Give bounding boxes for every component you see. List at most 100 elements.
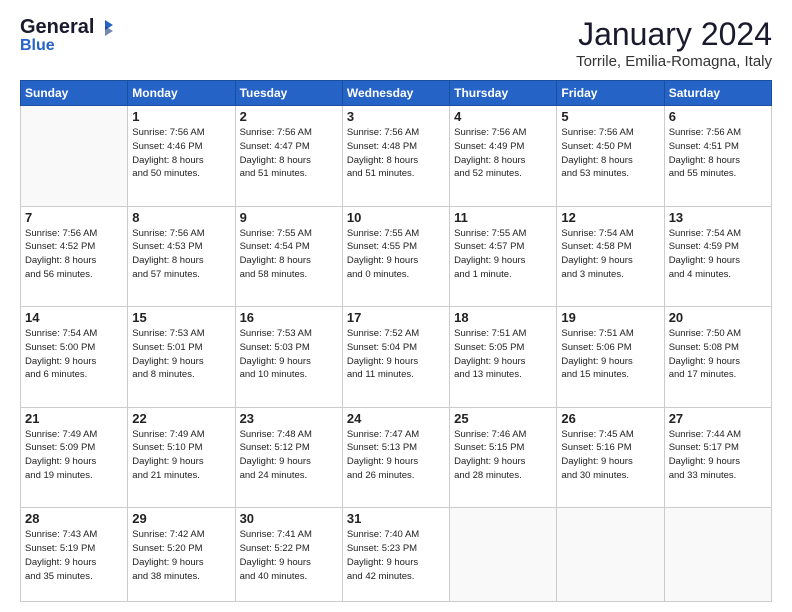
day-info: Sunrise: 7:56 AMSunset: 4:47 PMDaylight:… — [240, 126, 338, 181]
day-info: Sunrise: 7:56 AMSunset: 4:48 PMDaylight:… — [347, 126, 445, 181]
day-info: Sunrise: 7:56 AMSunset: 4:49 PMDaylight:… — [454, 126, 552, 181]
calendar-cell: 30 Sunrise: 7:41 AMSunset: 5:22 PMDayligh… — [235, 508, 342, 602]
calendar-cell: 8 Sunrise: 7:56 AMSunset: 4:53 PMDaylight… — [128, 206, 235, 307]
calendar-cell: 21 Sunrise: 7:49 AMSunset: 5:09 PMDayligh… — [21, 407, 128, 508]
day-number: 4 — [454, 109, 552, 124]
day-info: Sunrise: 7:56 AMSunset: 4:52 PMDaylight:… — [25, 227, 123, 282]
calendar-cell: 7 Sunrise: 7:56 AMSunset: 4:52 PMDaylight… — [21, 206, 128, 307]
calendar-cell: 20 Sunrise: 7:50 AMSunset: 5:08 PMDayligh… — [664, 307, 771, 408]
col-wednesday: Wednesday — [342, 81, 449, 106]
day-number: 22 — [132, 411, 230, 426]
header: General Blue January 2024 Torrile, Emili… — [20, 16, 772, 70]
day-number: 13 — [669, 210, 767, 225]
day-info: Sunrise: 7:54 AMSunset: 5:00 PMDaylight:… — [25, 327, 123, 382]
day-number: 6 — [669, 109, 767, 124]
day-info: Sunrise: 7:51 AMSunset: 5:05 PMDaylight:… — [454, 327, 552, 382]
day-info: Sunrise: 7:55 AMSunset: 4:57 PMDaylight:… — [454, 227, 552, 282]
day-number: 5 — [561, 109, 659, 124]
location-title: Torrile, Emilia-Romagna, Italy — [576, 53, 772, 70]
logo-blue-text: Blue — [20, 37, 55, 54]
col-thursday: Thursday — [450, 81, 557, 106]
col-sunday: Sunday — [21, 81, 128, 106]
week-row-4: 21 Sunrise: 7:49 AMSunset: 5:09 PMDayligh… — [21, 407, 772, 508]
week-row-5: 28 Sunrise: 7:43 AMSunset: 5:19 PMDayligh… — [21, 508, 772, 602]
day-info: Sunrise: 7:42 AMSunset: 5:20 PMDaylight:… — [132, 528, 230, 583]
page: General Blue January 2024 Torrile, Emili… — [0, 0, 792, 612]
day-number: 21 — [25, 411, 123, 426]
day-number: 7 — [25, 210, 123, 225]
day-number: 11 — [454, 210, 552, 225]
calendar-cell: 22 Sunrise: 7:49 AMSunset: 5:10 PMDayligh… — [128, 407, 235, 508]
day-info: Sunrise: 7:54 AMSunset: 4:58 PMDaylight:… — [561, 227, 659, 282]
day-number: 20 — [669, 310, 767, 325]
day-number: 1 — [132, 109, 230, 124]
calendar-cell: 13 Sunrise: 7:54 AMSunset: 4:59 PMDayligh… — [664, 206, 771, 307]
day-number: 12 — [561, 210, 659, 225]
calendar-cell: 1Sunrise: 7:56 AMSunset: 4:46 PMDaylight… — [128, 106, 235, 207]
calendar-cell: 28 Sunrise: 7:43 AMSunset: 5:19 PMDayligh… — [21, 508, 128, 602]
day-number: 3 — [347, 109, 445, 124]
day-info: Sunrise: 7:55 AMSunset: 4:54 PMDaylight:… — [240, 227, 338, 282]
calendar-cell: 5 Sunrise: 7:56 AMSunset: 4:50 PMDaylight… — [557, 106, 664, 207]
calendar-cell: 10Sunrise: 7:55 AMSunset: 4:55 PMDayligh… — [342, 206, 449, 307]
calendar-cell: 17 Sunrise: 7:52 AMSunset: 5:04 PMDayligh… — [342, 307, 449, 408]
calendar-cell: 19Sunrise: 7:51 AMSunset: 5:06 PMDayligh… — [557, 307, 664, 408]
calendar-cell: 15 Sunrise: 7:53 AMSunset: 5:01 PMDayligh… — [128, 307, 235, 408]
calendar-cell — [450, 508, 557, 602]
day-info: Sunrise: 7:44 AMSunset: 5:17 PMDaylight:… — [669, 428, 767, 483]
day-number: 31 — [347, 511, 445, 526]
week-row-3: 14 Sunrise: 7:54 AMSunset: 5:00 PMDayligh… — [21, 307, 772, 408]
day-number: 29 — [132, 511, 230, 526]
day-info: Sunrise: 7:54 AMSunset: 4:59 PMDaylight:… — [669, 227, 767, 282]
day-info: Sunrise: 7:49 AMSunset: 5:09 PMDaylight:… — [25, 428, 123, 483]
day-info: Sunrise: 7:41 AMSunset: 5:22 PMDaylight:… — [240, 528, 338, 583]
day-number: 26 — [561, 411, 659, 426]
calendar-cell: 2 Sunrise: 7:56 AMSunset: 4:47 PMDaylight… — [235, 106, 342, 207]
day-info: Sunrise: 7:53 AMSunset: 5:03 PMDaylight:… — [240, 327, 338, 382]
calendar-cell: 16 Sunrise: 7:53 AMSunset: 5:03 PMDayligh… — [235, 307, 342, 408]
calendar-cell — [664, 508, 771, 602]
day-info: Sunrise: 7:48 AMSunset: 5:12 PMDaylight:… — [240, 428, 338, 483]
calendar-cell: 3 Sunrise: 7:56 AMSunset: 4:48 PMDaylight… — [342, 106, 449, 207]
calendar-cell: 25 Sunrise: 7:46 AMSunset: 5:15 PMDayligh… — [450, 407, 557, 508]
day-number: 24 — [347, 411, 445, 426]
calendar-cell: 18 Sunrise: 7:51 AMSunset: 5:05 PMDayligh… — [450, 307, 557, 408]
day-number: 30 — [240, 511, 338, 526]
day-number: 17 — [347, 310, 445, 325]
logo-general-text: General — [20, 16, 94, 39]
day-info: Sunrise: 7:43 AMSunset: 5:19 PMDaylight:… — [25, 528, 123, 583]
day-number: 8 — [132, 210, 230, 225]
logo-flag-icon — [96, 19, 114, 37]
col-monday: Monday — [128, 81, 235, 106]
week-row-1: 1Sunrise: 7:56 AMSunset: 4:46 PMDaylight… — [21, 106, 772, 207]
day-info: Sunrise: 7:46 AMSunset: 5:15 PMDaylight:… — [454, 428, 552, 483]
day-number: 18 — [454, 310, 552, 325]
day-info: Sunrise: 7:40 AMSunset: 5:23 PMDaylight:… — [347, 528, 445, 583]
calendar-table: Sunday Monday Tuesday Wednesday Thursday… — [20, 80, 772, 602]
calendar-cell — [21, 106, 128, 207]
day-number: 28 — [25, 511, 123, 526]
day-number: 15 — [132, 310, 230, 325]
day-info: Sunrise: 7:49 AMSunset: 5:10 PMDaylight:… — [132, 428, 230, 483]
day-number: 10 — [347, 210, 445, 225]
col-friday: Friday — [557, 81, 664, 106]
calendar-cell: 14 Sunrise: 7:54 AMSunset: 5:00 PMDayligh… — [21, 307, 128, 408]
day-info: Sunrise: 7:56 AMSunset: 4:50 PMDaylight:… — [561, 126, 659, 181]
day-info: Sunrise: 7:56 AMSunset: 4:53 PMDaylight:… — [132, 227, 230, 282]
day-number: 14 — [25, 310, 123, 325]
day-number: 25 — [454, 411, 552, 426]
calendar-cell: 11 Sunrise: 7:55 AMSunset: 4:57 PMDayligh… — [450, 206, 557, 307]
day-number: 16 — [240, 310, 338, 325]
calendar-header-row: Sunday Monday Tuesday Wednesday Thursday… — [21, 81, 772, 106]
logo: General Blue — [20, 16, 114, 55]
calendar-cell: 31 Sunrise: 7:40 AMSunset: 5:23 PMDayligh… — [342, 508, 449, 602]
day-info: Sunrise: 7:53 AMSunset: 5:01 PMDaylight:… — [132, 327, 230, 382]
day-info: Sunrise: 7:50 AMSunset: 5:08 PMDaylight:… — [669, 327, 767, 382]
day-info: Sunrise: 7:52 AMSunset: 5:04 PMDaylight:… — [347, 327, 445, 382]
calendar-cell: 24Sunrise: 7:47 AMSunset: 5:13 PMDayligh… — [342, 407, 449, 508]
calendar-cell: 9Sunrise: 7:55 AMSunset: 4:54 PMDaylight… — [235, 206, 342, 307]
day-number: 2 — [240, 109, 338, 124]
day-number: 27 — [669, 411, 767, 426]
calendar-cell: 4 Sunrise: 7:56 AMSunset: 4:49 PMDaylight… — [450, 106, 557, 207]
day-number: 19 — [561, 310, 659, 325]
